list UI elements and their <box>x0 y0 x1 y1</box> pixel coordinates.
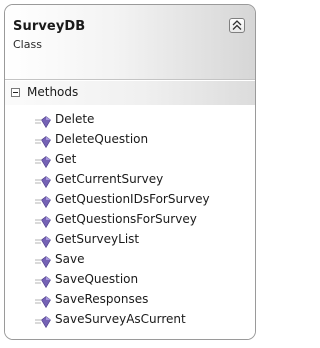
methods-section-title: Methods <box>27 85 79 99</box>
methods-list: Delete DeleteQuestion Get GetCurrentSurv… <box>5 109 255 329</box>
method-item[interactable]: GetCurrentSurvey <box>5 169 255 189</box>
minus-box-icon[interactable] <box>11 88 20 97</box>
method-item[interactable]: SaveQuestion <box>5 269 255 289</box>
method-item[interactable]: GetQuestionIDsForSurvey <box>5 189 255 209</box>
method-icon <box>35 113 51 129</box>
method-item[interactable]: DeleteQuestion <box>5 129 255 149</box>
method-icon <box>35 213 51 229</box>
method-item[interactable]: GetQuestionsForSurvey <box>5 209 255 229</box>
method-icon <box>35 133 51 149</box>
method-name: GetCurrentSurvey <box>55 172 164 186</box>
method-name: GetQuestionIDsForSurvey <box>55 192 210 206</box>
method-icon <box>35 253 51 269</box>
method-item[interactable]: GetSurveyList <box>5 229 255 249</box>
method-icon <box>35 153 51 169</box>
class-shape[interactable]: SurveyDB Class Methods Delete DeleteQues… <box>4 4 256 340</box>
method-icon <box>35 193 51 209</box>
method-item[interactable]: Delete <box>5 109 255 129</box>
method-icon <box>35 313 51 329</box>
method-name: Get <box>55 152 77 166</box>
method-name: SaveQuestion <box>55 272 139 286</box>
method-name: GetSurveyList <box>55 232 140 246</box>
method-icon <box>35 293 51 309</box>
method-icon <box>35 273 51 289</box>
method-item[interactable]: SaveSurveyAsCurrent <box>5 309 255 329</box>
method-item[interactable]: Get <box>5 149 255 169</box>
methods-section: Methods Delete DeleteQuestion Get GetCur… <box>5 81 255 339</box>
method-name: GetQuestionsForSurvey <box>55 212 197 226</box>
method-icon <box>35 173 51 189</box>
class-name: SurveyDB <box>13 19 86 34</box>
method-name: Delete <box>55 112 95 126</box>
collapse-icon[interactable] <box>229 18 245 33</box>
class-header: SurveyDB Class <box>5 5 255 80</box>
method-item[interactable]: SaveResponses <box>5 289 255 309</box>
method-name: DeleteQuestion <box>55 132 149 146</box>
method-item[interactable]: Save <box>5 249 255 269</box>
method-name: SaveSurveyAsCurrent <box>55 312 186 326</box>
method-icon <box>35 233 51 249</box>
method-name: SaveResponses <box>55 292 149 306</box>
methods-section-header[interactable]: Methods <box>5 81 255 105</box>
class-stereotype: Class <box>13 38 42 51</box>
method-name: Save <box>55 252 85 266</box>
